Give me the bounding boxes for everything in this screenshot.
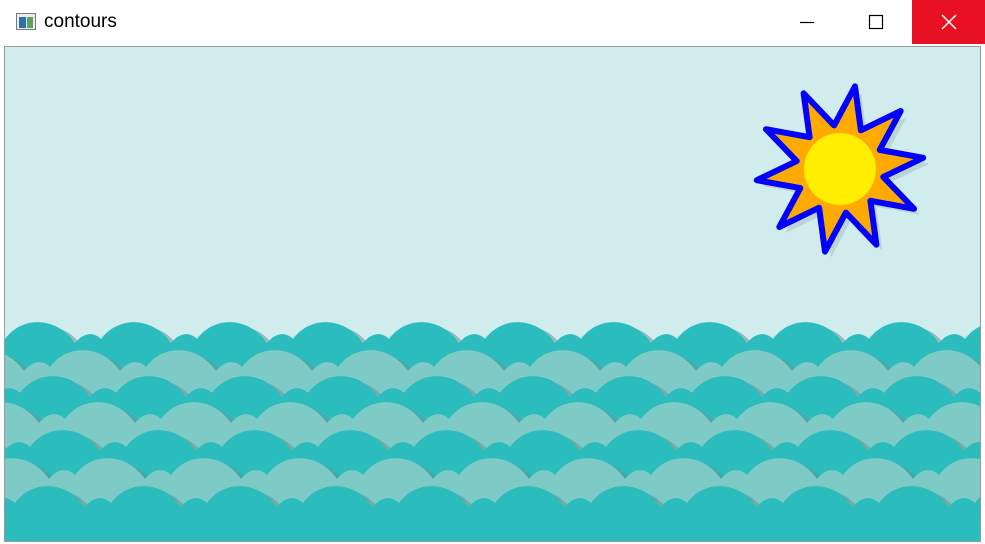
image-canvas bbox=[5, 47, 980, 541]
app-window: contours bbox=[0, 0, 985, 544]
app-window-icon bbox=[16, 13, 36, 30]
close-icon bbox=[940, 14, 957, 30]
title-bar[interactable]: contours bbox=[0, 0, 985, 45]
close-button[interactable] bbox=[912, 0, 985, 44]
maximize-icon bbox=[868, 14, 884, 30]
window-title: contours bbox=[44, 11, 117, 32]
image-display bbox=[4, 46, 981, 542]
waves-icon bbox=[5, 322, 980, 541]
minimize-icon bbox=[800, 21, 814, 24]
maximize-button[interactable] bbox=[843, 0, 909, 44]
minimize-button[interactable] bbox=[774, 0, 840, 44]
sun-disk bbox=[804, 133, 876, 205]
